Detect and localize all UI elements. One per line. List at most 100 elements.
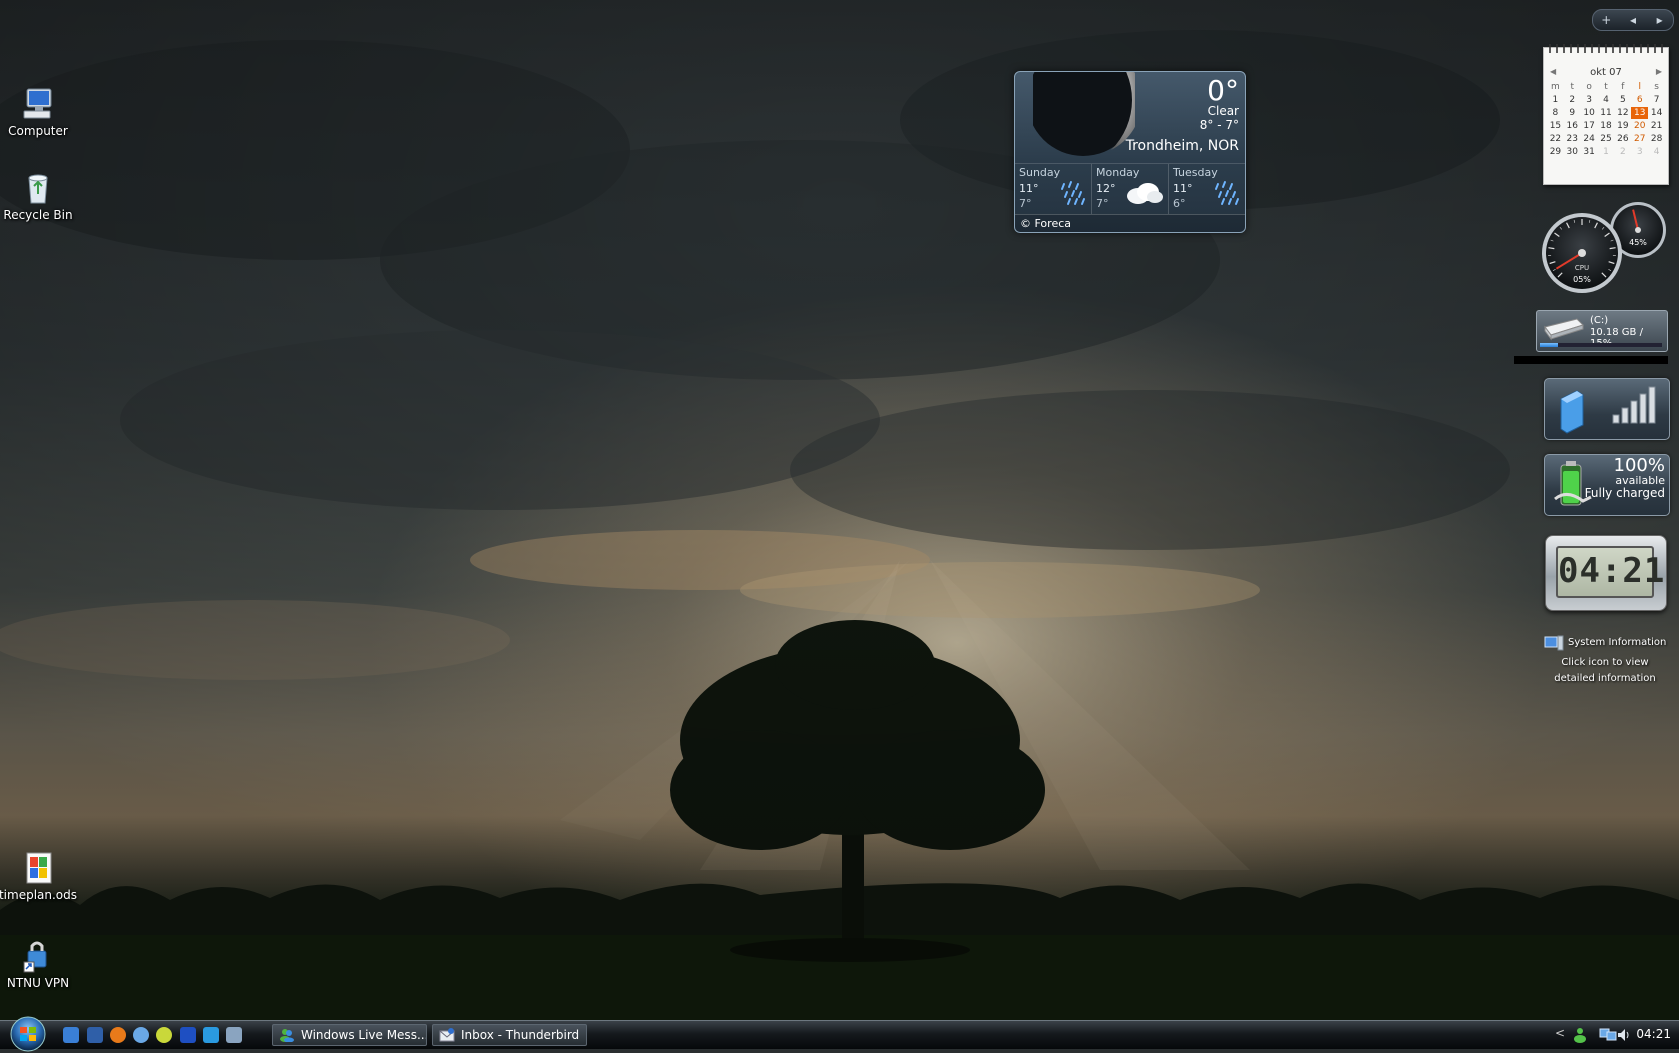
taskbar-clock[interactable]: 04:21 bbox=[1636, 1027, 1671, 1041]
desktop-icon-recycle-bin[interactable]: Recycle Bin bbox=[0, 170, 78, 222]
system-tray: < 04:21 bbox=[1549, 1021, 1679, 1049]
calendar-day[interactable]: 12 bbox=[1614, 107, 1631, 119]
wifi-signal-gadget[interactable] bbox=[1544, 378, 1670, 440]
digital-clock-gadget[interactable]: 04:21 bbox=[1545, 535, 1667, 611]
calendar-day[interactable]: 3 bbox=[1581, 94, 1598, 106]
calendar-day[interactable]: 20 bbox=[1631, 120, 1648, 132]
system-information-icon[interactable] bbox=[1544, 635, 1564, 651]
weather-source-link[interactable]: © Foreca bbox=[1015, 214, 1245, 232]
calendar-day[interactable]: 27 bbox=[1631, 133, 1648, 145]
show-desktop-icon[interactable] bbox=[226, 1027, 242, 1043]
desktop-icon-computer[interactable]: Computer bbox=[0, 86, 78, 138]
thunderbird-icon[interactable] bbox=[87, 1027, 103, 1043]
desktop-icon-ntnu-vpn[interactable]: NTNU VPN bbox=[0, 938, 78, 990]
ie-icon[interactable] bbox=[63, 1027, 79, 1043]
calendar-day[interactable]: 26 bbox=[1614, 133, 1631, 145]
calendar-day[interactable]: 2 bbox=[1614, 146, 1631, 158]
battery-gadget[interactable]: 100% available Fully charged bbox=[1544, 454, 1670, 516]
calendar-day[interactable]: 24 bbox=[1581, 133, 1598, 145]
taskbar-button-label: Inbox - Thunderbird bbox=[461, 1028, 579, 1042]
calendar-day[interactable]: 3 bbox=[1631, 146, 1648, 158]
calendar-day[interactable]: 14 bbox=[1648, 107, 1665, 119]
messenger-icon[interactable] bbox=[133, 1027, 149, 1043]
wifi-router-icon bbox=[1547, 381, 1667, 437]
cpu-label: CPU bbox=[1575, 264, 1589, 272]
wifi-signal-bar bbox=[1640, 394, 1646, 423]
calendar-day[interactable]: 6 bbox=[1631, 94, 1648, 106]
calendar-day[interactable]: 8 bbox=[1547, 107, 1564, 119]
calendar-day[interactable]: 31 bbox=[1581, 146, 1598, 158]
desktop-icon-timeplan[interactable]: timeplan.ods bbox=[0, 850, 78, 902]
forecast-low: 6° bbox=[1173, 197, 1186, 210]
calendar-day[interactable]: 16 bbox=[1564, 120, 1581, 132]
taskbar: Windows Live Mess... Inbox - Thunderbird… bbox=[0, 1020, 1679, 1049]
cpu-value: 05% bbox=[1573, 275, 1591, 284]
weather-gadget[interactable]: 0° Clear 8° - 7° Trondheim, NOR Sunday 1… bbox=[1014, 71, 1246, 233]
calendar-day[interactable]: 17 bbox=[1581, 120, 1598, 132]
calendar-day[interactable]: 1 bbox=[1598, 146, 1615, 158]
forecast-high: 12° bbox=[1096, 182, 1116, 195]
calendar-day[interactable]: 13 bbox=[1631, 107, 1648, 119]
wifi-bars bbox=[1613, 387, 1655, 423]
sysinfo-title: System Information bbox=[1568, 637, 1666, 648]
taskbar-button-thunderbird[interactable]: Inbox - Thunderbird bbox=[432, 1024, 587, 1046]
forecast-day: Tuesday 11° 6° bbox=[1169, 164, 1245, 214]
rain-icon bbox=[1213, 180, 1241, 206]
calendar-day[interactable]: 15 bbox=[1547, 120, 1564, 132]
network-icon[interactable] bbox=[1599, 1027, 1617, 1043]
computer-icon bbox=[20, 86, 56, 122]
bluetooth-icon[interactable] bbox=[180, 1027, 196, 1043]
recycle-bin-icon bbox=[20, 170, 56, 206]
calendar-day[interactable]: 11 bbox=[1598, 107, 1615, 119]
calendar-day[interactable]: 22 bbox=[1547, 133, 1564, 145]
sysinfo-line: Click icon to view bbox=[1540, 655, 1670, 671]
taskbar-button-messenger[interactable]: Windows Live Mess... bbox=[272, 1024, 427, 1046]
calendar-day[interactable]: 4 bbox=[1598, 94, 1615, 106]
tray-expand-button[interactable]: < bbox=[1555, 1026, 1565, 1040]
calendar-day[interactable]: 30 bbox=[1564, 146, 1581, 158]
calendar-day[interactable]: 25 bbox=[1598, 133, 1615, 145]
user-status-icon[interactable] bbox=[1573, 1027, 1587, 1043]
cpu-meter-gadget[interactable]: CPU 05% 45% bbox=[1540, 200, 1670, 295]
calendar-day[interactable]: 23 bbox=[1564, 133, 1581, 145]
add-gadget-button[interactable]: + bbox=[1593, 13, 1620, 27]
calendar-weekday: t bbox=[1564, 81, 1581, 93]
ie7-icon[interactable] bbox=[203, 1027, 219, 1043]
desktop-icon-label: NTNU VPN bbox=[0, 976, 78, 990]
vpn-shortcut-icon bbox=[20, 938, 56, 974]
calendar-day[interactable]: 29 bbox=[1547, 146, 1564, 158]
forecast-high: 11° bbox=[1019, 182, 1039, 195]
sidebar-next-button[interactable]: ▸ bbox=[1646, 13, 1673, 27]
memory-value: 45% bbox=[1629, 238, 1647, 247]
sidebar-prev-button[interactable]: ◂ bbox=[1620, 13, 1647, 27]
firefox-icon[interactable] bbox=[110, 1027, 126, 1043]
winamp-icon[interactable] bbox=[156, 1027, 172, 1043]
wifi-signal-bar bbox=[1613, 415, 1619, 423]
system-information-gadget[interactable]: System Information Click icon to view de… bbox=[1540, 634, 1670, 687]
calendar-day[interactable]: 18 bbox=[1598, 120, 1615, 132]
calendar-day[interactable]: 7 bbox=[1648, 94, 1665, 106]
calendar-day[interactable]: 21 bbox=[1648, 120, 1665, 132]
thunderbird-icon bbox=[439, 1028, 455, 1042]
volume-icon[interactable] bbox=[1617, 1027, 1631, 1043]
current-condition: Clear bbox=[1208, 104, 1239, 118]
calendar-day[interactable]: 28 bbox=[1648, 133, 1665, 145]
calendar-gadget[interactable]: ◀ okt 07 ▶ mtotfls1234567891011121314151… bbox=[1543, 47, 1669, 185]
spreadsheet-file-icon bbox=[20, 850, 56, 886]
drive-usage-fill bbox=[1540, 343, 1558, 347]
calendar-day[interactable]: 4 bbox=[1648, 146, 1665, 158]
desktop[interactable]: Computer Recycle Bin timeplan.ods NTNU V… bbox=[0, 0, 1679, 1020]
drive-meter-gadget[interactable]: (C:) 10.18 GB / 15% bbox=[1536, 310, 1668, 352]
wallpaper bbox=[0, 0, 1679, 1020]
calendar-day[interactable]: 10 bbox=[1581, 107, 1598, 119]
calendar-day[interactable]: 9 bbox=[1564, 107, 1581, 119]
calendar-day[interactable]: 19 bbox=[1614, 120, 1631, 132]
weather-city[interactable]: Trondheim, NOR bbox=[1126, 138, 1239, 154]
start-orb-icon[interactable] bbox=[7, 1015, 49, 1053]
calendar-next-month[interactable]: ▶ bbox=[1656, 67, 1662, 76]
calendar-day[interactable]: 2 bbox=[1564, 94, 1581, 106]
calendar-day[interactable]: 1 bbox=[1547, 94, 1564, 106]
current-temperature: 0° bbox=[1207, 74, 1239, 107]
calendar-day[interactable]: 5 bbox=[1614, 94, 1631, 106]
forecast-row: Sunday 11° 7° Monday 12° 7° bbox=[1015, 163, 1245, 214]
